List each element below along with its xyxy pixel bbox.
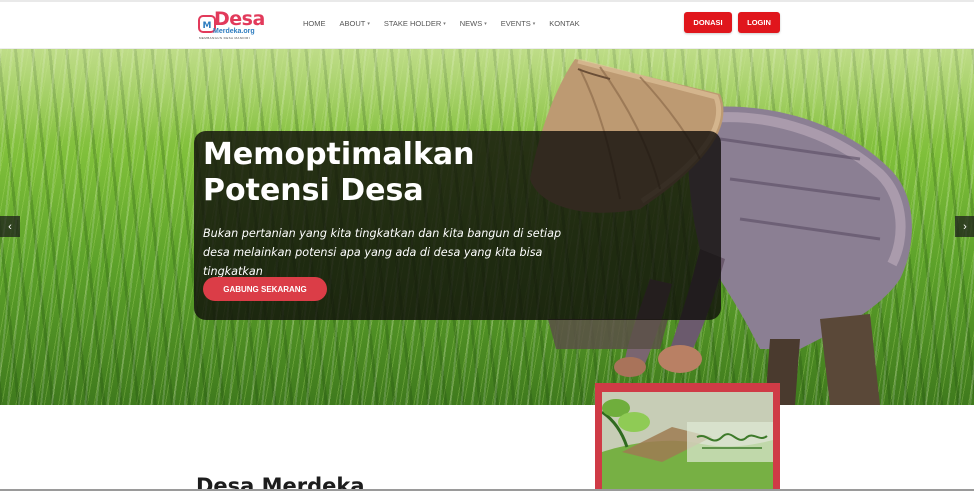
featured-image [602, 392, 773, 491]
hero-subtitle: Bukan pertanian yang kita tingkatkan dan… [203, 227, 562, 278]
login-button[interactable]: LOGIN [738, 12, 780, 33]
hero-title: Memoptimalkan Potensi Desa [203, 137, 475, 208]
plant-calligraphy-illustration [602, 392, 773, 491]
nav-item-events[interactable]: EVENTS ▾ [501, 19, 536, 28]
nav-item-label: KONTAK [549, 19, 580, 28]
caret-down-icon: ▾ [443, 20, 446, 27]
nav-item-news[interactable]: NEWS ▾ [460, 19, 487, 28]
caret-down-icon: ▾ [367, 20, 370, 27]
site-header: M Desa Merdeka.org MEMBANGUN DESA MANDIR… [0, 2, 974, 49]
chevron-right-icon: › [963, 220, 967, 233]
nav-item-stake-holder[interactable]: STAKE HOLDER ▾ [384, 19, 446, 28]
logo-tagline: MEMBANGUN DESA MANDIRI [199, 36, 250, 40]
donate-button[interactable]: DONASI [684, 12, 732, 33]
featured-image-card [595, 383, 780, 491]
join-now-button[interactable]: GABUNG SEKARANG [203, 277, 327, 301]
site-logo[interactable]: M Desa Merdeka.org MEMBANGUN DESA MANDIR… [196, 8, 265, 41]
svg-text:M: M [203, 21, 212, 31]
nav-item-kontak[interactable]: KONTAK [549, 19, 579, 28]
nav-item-label: EVENTS [500, 19, 531, 28]
nav-item-label: NEWS [459, 19, 483, 28]
nav-item-label: HOME [303, 19, 326, 28]
caret-down-icon: ▾ [484, 20, 487, 27]
slider-prev-button[interactable]: ‹ [0, 216, 20, 237]
logo-subtext: Merdeka.org [213, 28, 255, 35]
hero-caption-box: Memoptimalkan Potensi Desa Bukan pertani… [194, 131, 721, 320]
chevron-left-icon: ‹ [8, 220, 12, 233]
hero-slider: Memoptimalkan Potensi Desa Bukan pertani… [0, 49, 974, 405]
nav-item-home[interactable]: HOME [303, 19, 326, 28]
main-nav: HOME ABOUT ▾ STAKE HOLDER ▾ NEWS ▾ EVENTS ▾ … [303, 19, 580, 28]
nav-item-about[interactable]: ABOUT ▾ [340, 19, 370, 28]
nav-item-label: STAKE HOLDER [383, 19, 442, 28]
nav-item-label: ABOUT [339, 19, 366, 28]
slider-next-button[interactable]: › [955, 216, 974, 237]
caret-down-icon: ▾ [532, 20, 536, 27]
logo-text: Desa [214, 8, 265, 30]
